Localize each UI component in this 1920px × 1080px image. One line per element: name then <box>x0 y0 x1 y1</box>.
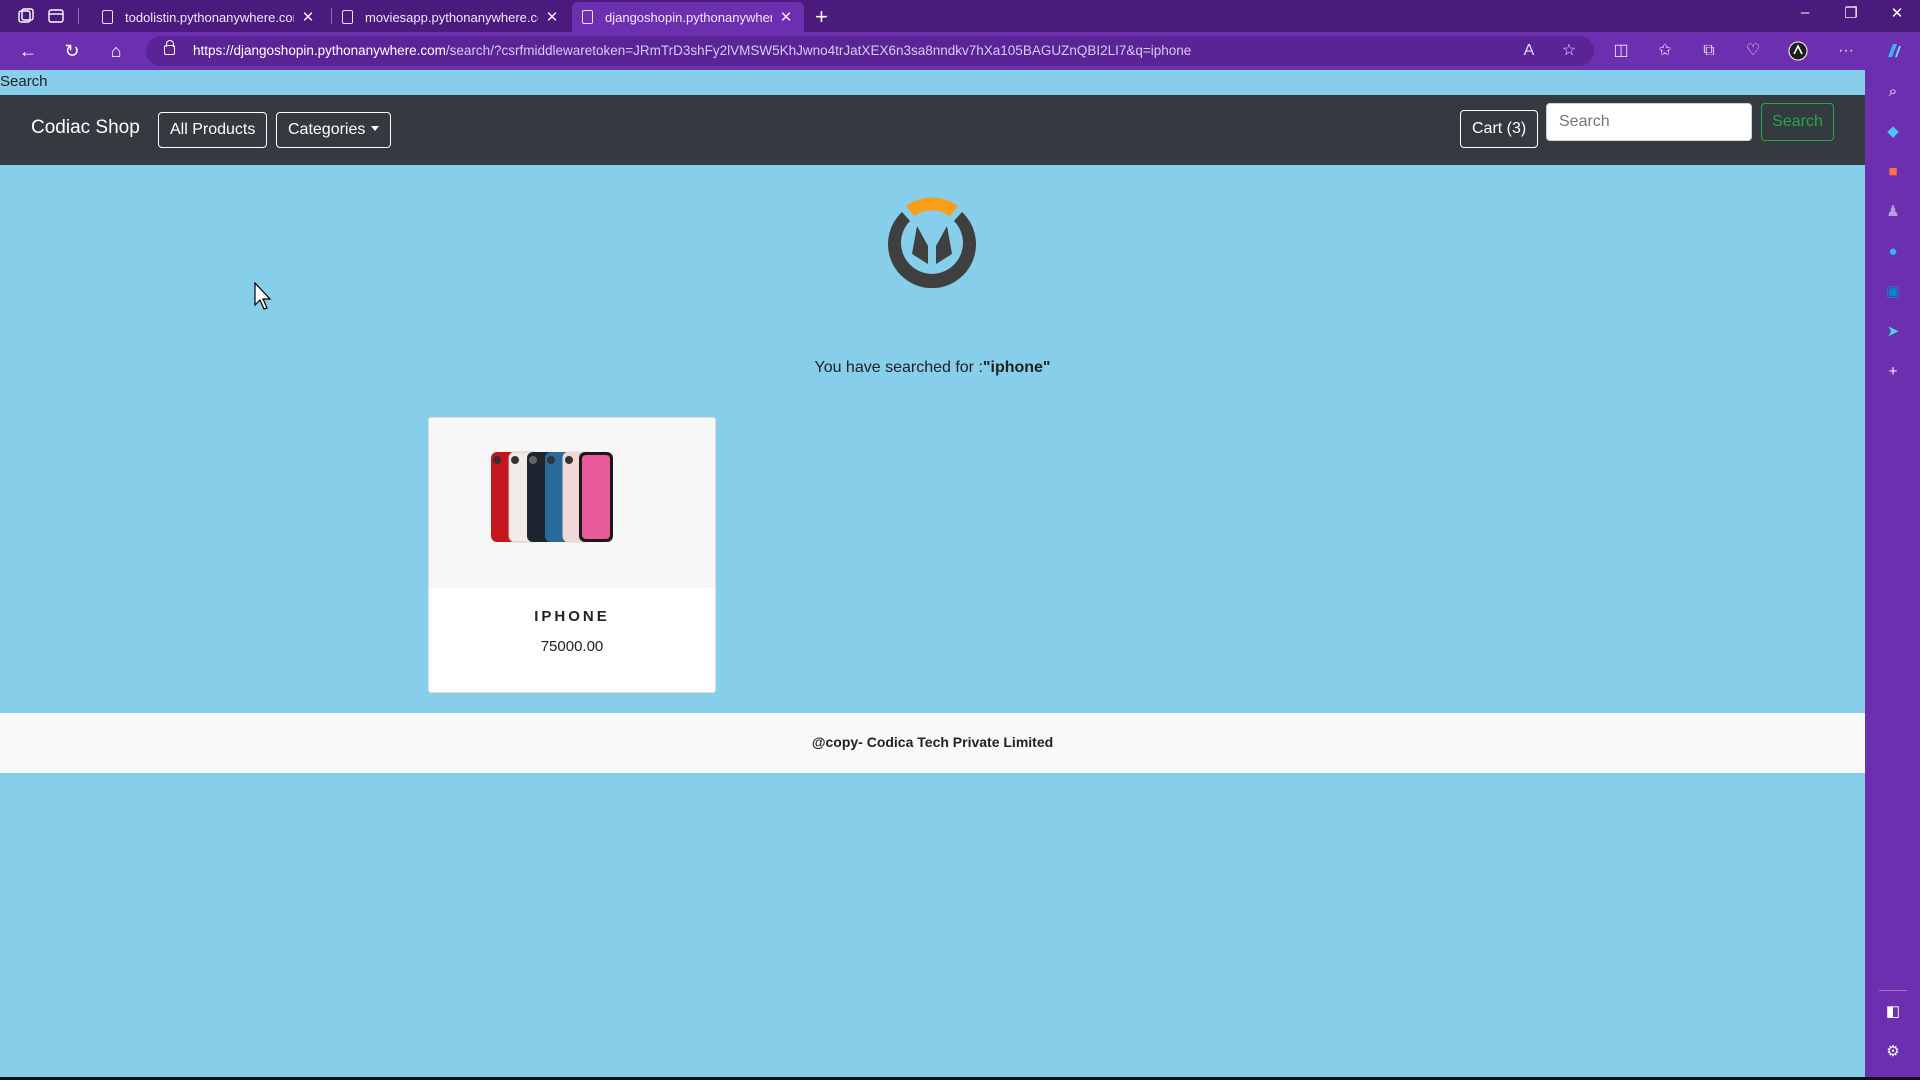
brand-logo-text[interactable]: Codiac Shop <box>31 117 140 139</box>
browser-address-bar: ← ↻ ⌂ https://djangoshopin.pythonanywher… <box>0 32 1920 70</box>
home-icon[interactable]: ⌂ <box>104 40 128 62</box>
minimize-icon[interactable]: – <box>1785 4 1825 21</box>
search-result-message: You have searched for :"iphone" <box>0 359 1865 377</box>
tab-djangoshopin[interactable]: djangoshopin.pythonanywhere.c ✕ <box>572 2 804 32</box>
close-tab-icon[interactable]: ✕ <box>778 8 794 26</box>
site-footer: @copy- Codica Tech Private Limited <box>0 713 1865 773</box>
caret-down-icon <box>371 126 380 131</box>
workspaces-icon[interactable] <box>16 6 36 26</box>
categories-dropdown[interactable]: Categories <box>276 112 392 148</box>
refresh-icon[interactable]: ↻ <box>60 40 84 62</box>
close-window-icon[interactable]: ✕ <box>1877 4 1917 22</box>
all-products-button[interactable]: All Products <box>158 112 268 148</box>
favorite-star-icon[interactable]: ☆ <box>1559 41 1579 61</box>
search-message-prefix: You have searched for : <box>814 359 983 376</box>
new-tab-icon[interactable]: + <box>815 4 828 30</box>
page-icon <box>342 10 353 24</box>
page-content: Search Codiac Shop All Products Categori… <box>0 70 1865 1080</box>
sidebar-toggle-icon[interactable]: ◧ <box>1883 1002 1903 1022</box>
collections-icon[interactable]: ⧉ <box>1699 41 1719 61</box>
tab-title: moviesapp.pythonanywhere.com <box>365 9 538 25</box>
tab-todolist[interactable]: todolistin.pythonanywhere.com ✕ <box>92 2 326 32</box>
profile-avatar-icon[interactable] <box>1788 41 1808 61</box>
product-price: 75000.00 <box>540 638 604 655</box>
restore-icon[interactable]: ❐ <box>1831 4 1871 22</box>
copilot-sidebar-icon[interactable]: ● <box>1883 242 1903 262</box>
read-aloud-icon[interactable]: A <box>1519 41 1539 61</box>
settings-gear-icon[interactable]: ⚙ <box>1883 1042 1903 1062</box>
mouse-cursor-icon <box>254 282 272 310</box>
split-screen-icon[interactable]: ◫ <box>1611 41 1631 61</box>
product-card[interactable]: IPHONE 75000.00 <box>428 417 716 693</box>
close-tab-icon[interactable]: ✕ <box>544 8 560 26</box>
search-input[interactable] <box>1546 103 1752 141</box>
outlook-icon[interactable]: ▣ <box>1883 282 1903 302</box>
url-field[interactable]: https://djangoshopin.pythonanywhere.com/… <box>146 36 1594 66</box>
browser-sidebar: ⌕ ◆ ■ ♟ ● ▣ ➤ + ◧ ⚙ <box>1865 70 1920 1080</box>
search-query: "iphone" <box>982 359 1051 376</box>
lock-icon <box>164 40 175 55</box>
tab-title: todolistin.pythonanywhere.com <box>125 9 294 25</box>
copilot-icon[interactable] <box>1884 41 1904 61</box>
page-header: Search <box>0 73 48 90</box>
product-image[interactable] <box>429 418 715 588</box>
tab-moviesapp[interactable]: moviesapp.pythonanywhere.com ✕ <box>332 2 570 32</box>
browser-tab-bar: todolistin.pythonanywhere.com ✕ moviesap… <box>0 0 1920 32</box>
tab-title: djangoshopin.pythonanywhere.c <box>605 9 772 25</box>
people-icon[interactable]: ♟ <box>1883 202 1903 222</box>
close-tab-icon[interactable]: ✕ <box>300 8 316 26</box>
product-name[interactable]: IPHONE <box>429 608 715 625</box>
site-navbar: Codiac Shop All Products Categories Cart… <box>0 95 1865 165</box>
back-icon[interactable]: ← <box>16 40 40 62</box>
search-icon[interactable]: ⌕ <box>1883 82 1903 102</box>
favorites-icon[interactable]: ✩ <box>1655 41 1675 61</box>
overwatch-logo-icon <box>888 197 976 288</box>
search-button[interactable]: Search <box>1761 103 1834 141</box>
tools-icon[interactable]: ■ <box>1883 162 1903 182</box>
add-icon[interactable]: + <box>1883 362 1903 382</box>
tab-actions-icon[interactable] <box>46 6 66 26</box>
shopping-tag-icon[interactable]: ◆ <box>1883 122 1903 142</box>
page-icon <box>582 10 593 24</box>
send-icon[interactable]: ➤ <box>1883 322 1903 342</box>
page-icon <box>102 10 113 24</box>
url-text: https://djangoshopin.pythonanywhere.com/… <box>193 43 1192 58</box>
cart-button[interactable]: Cart (3) <box>1460 110 1539 148</box>
categories-label: Categories <box>288 121 366 138</box>
extensions-icon[interactable]: ♡ <box>1743 41 1763 61</box>
footer-copyright: @copy- Codica Tech Private Limited <box>811 734 1054 750</box>
more-options-icon[interactable]: ··· <box>1836 41 1856 61</box>
